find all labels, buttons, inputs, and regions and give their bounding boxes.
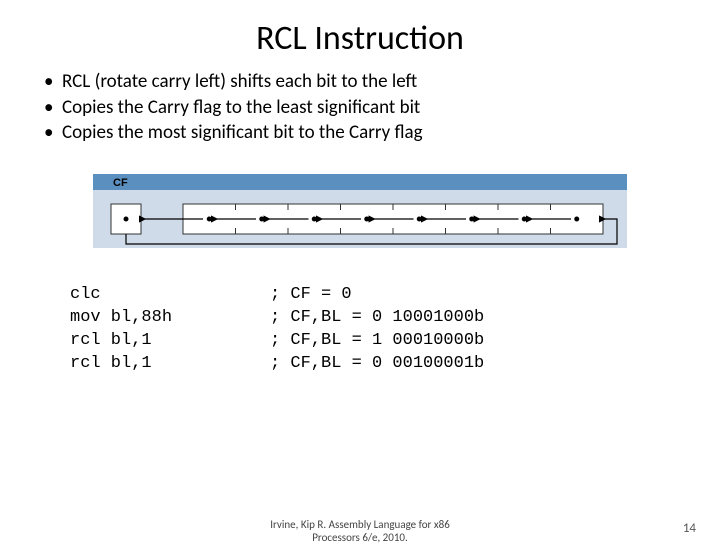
page-title: RCL Instruction <box>0 18 720 59</box>
rcl-diagram: CF <box>93 174 627 254</box>
bullet-item: RCL (rotate carry left) shifts each bit … <box>44 69 720 95</box>
cf-label: CF <box>113 177 128 189</box>
bullet-item: Copies the most significant bit to the C… <box>44 120 720 146</box>
page-number: 14 <box>683 521 696 536</box>
bullet-item: Copies the Carry flag to the least signi… <box>44 95 720 121</box>
code-comments: ; CF = 0 ; CF,BL = 0 10001000b ; CF,BL =… <box>270 284 484 376</box>
code-instructions: clc mov bl,88h rcl bl,1 rcl bl,1 <box>70 284 270 376</box>
code-block: clc mov bl,88h rcl bl,1 rcl bl,1 ; CF = … <box>70 284 720 376</box>
bullet-list: RCL (rotate carry left) shifts each bit … <box>44 69 720 146</box>
footer-citation: Irvine, Kip R. Assembly Language for x86… <box>0 518 720 544</box>
